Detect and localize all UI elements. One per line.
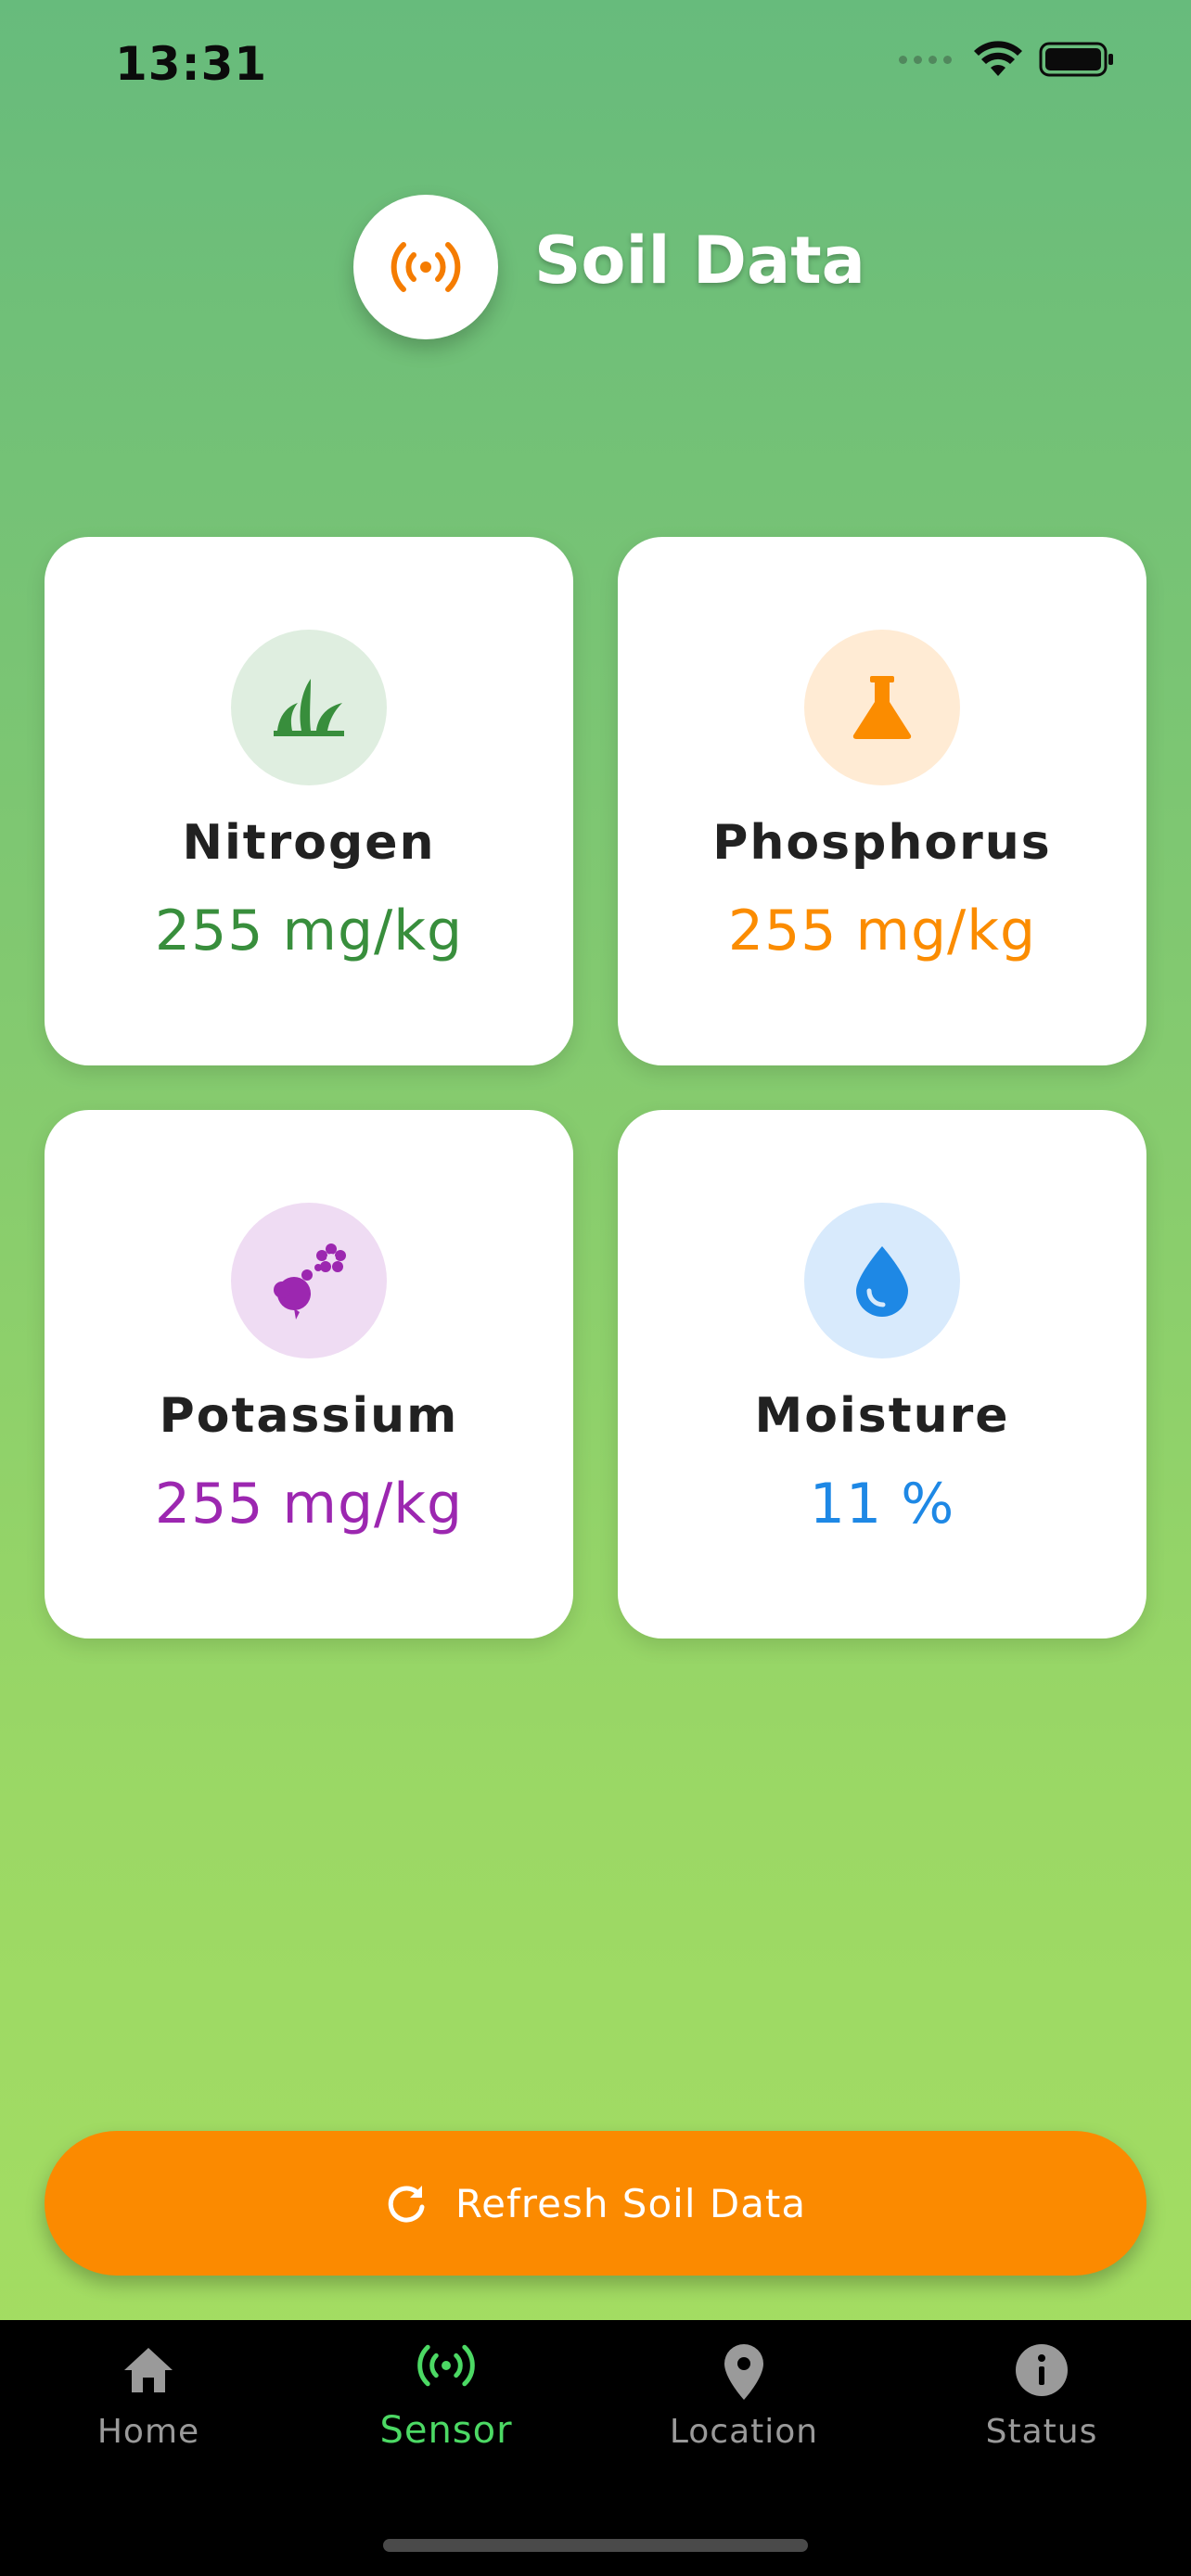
refresh-soil-data-button[interactable]: Refresh Soil Data <box>45 2131 1146 2276</box>
nitrogen-value: 255 mg/kg <box>154 899 464 963</box>
nav-item-location[interactable]: Location <box>596 2320 892 2506</box>
header-badge <box>353 195 498 339</box>
nav-label-location: Location <box>669 2413 819 2451</box>
flask-icon <box>852 676 912 739</box>
nav-label-sensor: Sensor <box>379 2409 513 2452</box>
sensors-icon <box>391 242 461 292</box>
nitrogen-card: Nitrogen 255 mg/kg <box>45 537 573 1065</box>
battery-icon <box>1039 42 1113 77</box>
nav-item-home[interactable]: Home <box>0 2320 297 2506</box>
page-title: Soil Data <box>534 223 865 299</box>
status-time: 13:31 <box>115 37 268 91</box>
moisture-value: 11 % <box>809 1472 955 1537</box>
potassium-label: Potassium <box>159 1388 459 1444</box>
phosphorus-label: Phosphorus <box>712 815 1052 871</box>
refresh-button-label: Refresh Soil Data <box>455 2180 807 2226</box>
soil-data-screen: 13:31 Soil Data Nitrogen 255 mg/kg Phosp… <box>0 0 1191 2576</box>
phosphorus-value: 255 mg/kg <box>727 899 1037 963</box>
refresh-icon <box>388 2186 425 2223</box>
home-indicator <box>383 2539 808 2552</box>
potassium-value: 255 mg/kg <box>154 1472 464 1537</box>
grass-icon <box>274 679 344 736</box>
nitrogen-label: Nitrogen <box>182 815 436 871</box>
nav-label-home: Home <box>96 2413 200 2451</box>
bottom-navigation-bar: Home Sensor Location Status <box>0 2320 1191 2576</box>
location-pin-icon <box>724 2344 763 2400</box>
fertilizer-icon <box>274 1243 346 1320</box>
potassium-card: Potassium 255 mg/kg <box>45 1110 573 1639</box>
water-drop-icon <box>856 1246 908 1317</box>
nitrogen-icon-circle <box>231 630 387 785</box>
phosphorus-icon-circle <box>804 630 960 785</box>
nav-item-sensor[interactable]: Sensor <box>298 2320 595 2506</box>
moisture-card: Moisture 11 % <box>618 1110 1146 1639</box>
nav-item-status[interactable]: Status <box>893 2320 1190 2506</box>
cellular-icon <box>899 55 952 64</box>
potassium-icon-circle <box>231 1203 387 1358</box>
moisture-icon-circle <box>804 1203 960 1358</box>
status-icons <box>899 41 1115 78</box>
wifi-icon <box>974 41 1022 76</box>
phosphorus-card: Phosphorus 255 mg/kg <box>618 537 1146 1065</box>
home-icon <box>124 2348 173 2392</box>
sensors-icon <box>417 2344 475 2387</box>
info-icon <box>1016 2344 1068 2396</box>
nav-label-status: Status <box>985 2413 1098 2451</box>
moisture-label: Moisture <box>754 1388 1010 1444</box>
